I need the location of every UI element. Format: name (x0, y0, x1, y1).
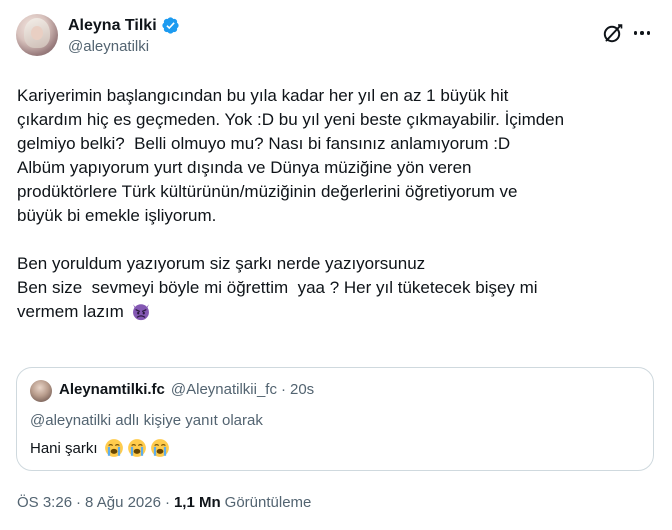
angry-devil-emoji (133, 304, 150, 321)
tweet-line: prodüktörlere Türk kültürünün/müziğinin … (17, 182, 518, 201)
quote-reply-context: @aleynatilki adlı kişiye yanıt olarak (30, 412, 263, 429)
views-label: Görüntüleme (224, 494, 312, 511)
tweet: Aleyna Tilki @aleynatilki Kariyerimin ba… (0, 0, 672, 530)
crying-face-emoji (127, 439, 146, 457)
tweet-last-line: vermem lazım (17, 300, 657, 324)
more-options-icon[interactable] (630, 21, 654, 45)
quote-handle[interactable]: @Aleynatilkii_fc (171, 381, 277, 398)
tweet-line: gelmiyo belki? Belli olmuyo mu? Nası bi … (17, 134, 511, 153)
tweet-line: çıkardım hiç es geçmeden. Yok :D bu yıl … (17, 110, 565, 129)
author-avatar[interactable] (16, 14, 58, 56)
quote-separator: · (280, 381, 286, 398)
avatar-face (31, 26, 43, 40)
quote-text: Hani şarkı (30, 439, 98, 457)
footer-separator: · (76, 494, 82, 511)
quote-header: Aleynamtilki.fc @Aleynatilkii_fc · 20s (59, 381, 314, 398)
more-dot (633, 31, 638, 35)
tweet-line: büyük bi emekle işliyorum. (17, 206, 217, 225)
quoted-tweet[interactable]: Aleynamtilki.fc @Aleynatilkii_fc · 20s @… (16, 367, 654, 471)
tweet-line: Albüm yapıyorum yurt dışında ve Dünya mü… (17, 158, 472, 177)
author-handle[interactable]: @aleynatilki (68, 38, 149, 55)
tweet-line-text: vermem lazım (17, 302, 124, 321)
tweet-footer: ÖS 3:26 · 8 Ağu 2026 · 1,1 Mn Görüntülem… (17, 494, 311, 511)
post-date[interactable]: 8 Ağu 2026 (85, 494, 161, 511)
author-display-name[interactable]: Aleyna Tilki (68, 17, 157, 35)
tweet-text: Kariyerimin başlangıcından bu yıla kadar… (17, 84, 657, 324)
tweet-line: Ben size sevmeyi böyle mi öğrettim yaa ?… (17, 278, 538, 297)
quote-text-row: Hani şarkı (30, 438, 170, 458)
verified-badge-icon[interactable] (161, 16, 180, 35)
post-time[interactable]: ÖS 3:26 (17, 494, 72, 511)
quote-author-avatar[interactable] (30, 380, 52, 402)
quote-display-name[interactable]: Aleynamtilki.fc (59, 381, 165, 398)
more-dot (646, 31, 651, 35)
tweet-line: Ben yoruldum yazıyorum siz şarkı nerde y… (17, 254, 426, 273)
grok-icon[interactable] (601, 21, 625, 45)
more-dot (640, 31, 644, 35)
quote-time[interactable]: 20s (290, 381, 314, 398)
tweet-line: Kariyerimin başlangıcından bu yıla kadar… (17, 86, 509, 105)
views-count: 1,1 Mn (173, 494, 221, 511)
footer-separator: · (164, 494, 170, 511)
author-name-row: Aleyna Tilki (68, 16, 180, 35)
crying-face-emoji (150, 439, 169, 457)
crying-face-emoji (104, 439, 123, 457)
